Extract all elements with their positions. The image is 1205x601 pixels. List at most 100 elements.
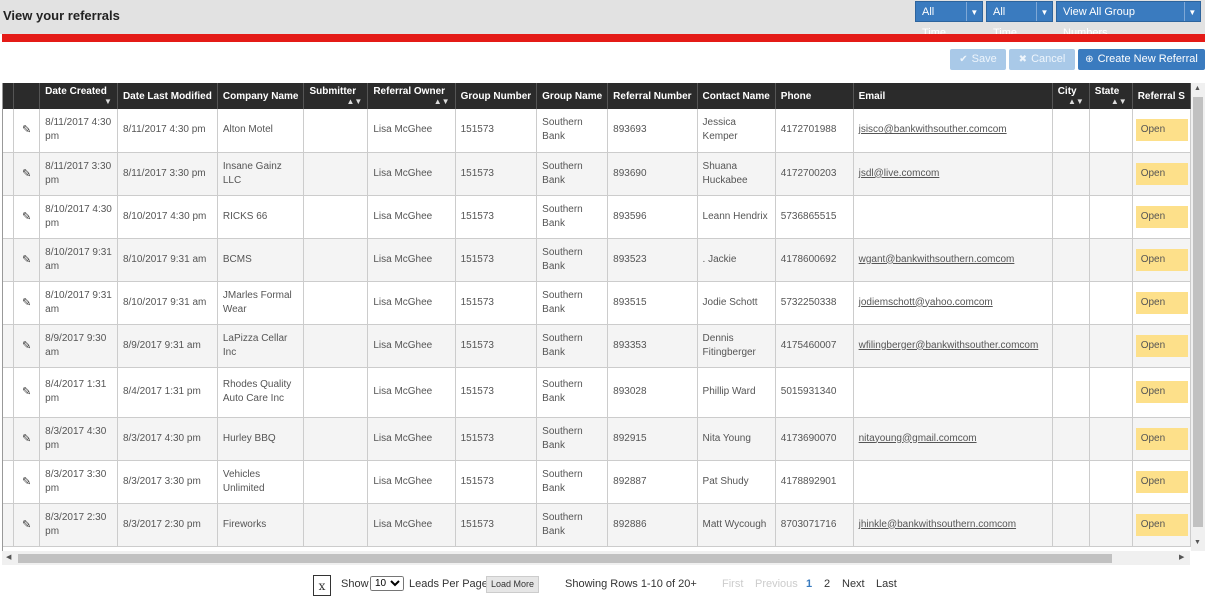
pencil-icon[interactable]: ✎ [22,519,31,531]
next-page-link[interactable]: Next [842,578,865,590]
cell-group-number: 151573 [455,281,538,325]
scroll-up-icon[interactable]: ▲ [1194,85,1201,92]
cell-sel[interactable] [3,460,14,504]
column-header-phone[interactable]: Phone [775,83,854,109]
first-page-link[interactable]: First [722,578,743,590]
group-number-filter-dropdown[interactable]: View All Group Numbers ▼ [1056,1,1201,39]
email-link[interactable]: jsisco@bankwithsouther.comcom [859,124,1007,135]
email-link[interactable]: wgant@bankwithsouthern.comcom [859,254,1015,265]
cell-sel[interactable] [3,324,14,368]
cell-edit[interactable]: ✎ [13,460,41,504]
scrollbar-thumb[interactable] [1193,97,1203,527]
cell-edit[interactable]: ✎ [13,417,41,461]
cell-email [853,195,1053,239]
cell-sel[interactable] [3,109,14,153]
cell-sel[interactable] [3,281,14,325]
cell-edit[interactable]: ✎ [13,195,41,239]
email-link[interactable]: wfilingberger@bankwithsouther.comcom [859,340,1039,351]
cell-sel[interactable] [3,152,14,196]
table-row[interactable]: ✎ 8/10/2017 9:31 am 8/10/2017 9:31 am JMarl… [3,281,1191,325]
page-1-link[interactable]: 1 [806,578,812,590]
header-label: Date Last Modified [122,90,212,102]
scrollbar-thumb[interactable] [18,554,1112,563]
column-header-city[interactable]: City ▲▼ [1052,83,1090,109]
cell-email: jhinkle@bankwithsouthern.comcom [853,503,1053,547]
pencil-icon[interactable]: ✎ [22,168,31,180]
table-row[interactable]: ✎ 8/4/2017 1:31 pm 8/4/2017 1:31 pm Rhodes … [3,367,1191,418]
cell-referral-status: Open [1132,460,1191,504]
cell-edit[interactable]: ✎ [13,152,41,196]
cell-submitter [303,152,369,196]
table-row[interactable]: ✎ 8/10/2017 4:30 pm 8/10/2017 4:30 pm RICKS… [3,195,1191,239]
table-row[interactable]: ✎ 8/3/2017 2:30 pm 8/3/2017 2:30 pm Firewor… [3,503,1191,547]
table-row[interactable]: ✎ 8/11/2017 4:30 pm 8/11/2017 4:30 pm Alton… [3,109,1191,153]
cell-phone: 4173690070 [775,417,854,461]
excel-icon[interactable]: x [313,575,331,596]
email-link[interactable]: jodiemschott@yahoo.comcom [859,297,993,308]
cell-edit[interactable]: ✎ [13,238,41,282]
column-header-state[interactable]: State ▲▼ [1089,83,1133,109]
column-header-group-number[interactable]: Group Number [455,83,538,109]
cell-sel[interactable] [3,195,14,239]
cell-sel[interactable] [3,238,14,282]
cell-edit[interactable]: ✎ [13,324,41,368]
pencil-icon[interactable]: ✎ [22,433,31,445]
pencil-icon[interactable]: ✎ [22,340,31,352]
email-link[interactable]: nitayoung@gmail.comcom [859,433,977,444]
column-header-date-created[interactable]: Date Created ▼ [39,83,118,109]
save-button[interactable]: ✔ Save [950,49,1006,70]
cell-company-name: Fireworks [217,503,305,547]
vertical-scrollbar[interactable]: ▲ ▼ [1191,83,1205,551]
cell-edit[interactable]: ✎ [13,503,41,547]
cell-company-name: Insane Gainz LLC [217,152,305,196]
table-row[interactable]: ✎ 8/11/2017 3:30 pm 8/11/2017 3:30 pm Insan… [3,152,1191,196]
create-new-referral-button[interactable]: ⊕ Create New Referral [1078,49,1205,70]
email-link[interactable]: jhinkle@bankwithsouthern.comcom [859,519,1016,530]
load-more-button[interactable]: Load More [486,576,540,593]
scroll-left-icon[interactable]: ◀ [6,553,11,561]
scroll-down-icon[interactable]: ▼ [1194,539,1201,546]
pencil-icon[interactable]: ✎ [22,386,31,398]
table-row[interactable]: ✎ 8/10/2017 9:31 am 8/10/2017 9:31 am BCMS L… [3,238,1191,282]
cell-sel[interactable] [3,367,14,418]
column-header-referral-status[interactable]: Referral S [1132,83,1191,109]
date-modified-filter-dropdown[interactable]: All Time ▼ [986,1,1053,39]
cell-referral-status: Open [1132,417,1191,461]
horizontal-scrollbar[interactable]: ◀ ▶ [2,551,1190,565]
previous-page-link[interactable]: Previous [755,578,798,590]
column-header-referral-number[interactable]: Referral Number [607,83,698,109]
cancel-button[interactable]: ✖ Cancel [1009,49,1075,70]
cell-city [1052,238,1090,282]
header-label: Email [858,90,886,102]
cell-edit[interactable]: ✎ [13,281,41,325]
column-header-group-name[interactable]: Group Name [536,83,609,109]
column-header-date-last-modified[interactable]: Date Last Modified [117,83,218,109]
cell-sel[interactable] [3,503,14,547]
column-header-contact-name[interactable]: Contact Name [697,83,776,109]
pencil-icon[interactable]: ✎ [22,297,31,309]
table-row[interactable]: ✎ 8/9/2017 9:30 am 8/9/2017 9:31 am LaPizza… [3,324,1191,368]
cell-submitter [303,238,369,282]
pencil-icon[interactable]: ✎ [22,124,31,136]
leads-per-page-select[interactable]: 10 [370,576,404,591]
pencil-icon[interactable]: ✎ [22,211,31,223]
email-link[interactable]: jsdl@live.comcom [859,168,940,179]
page-2-link[interactable]: 2 [824,578,830,590]
pencil-icon[interactable]: ✎ [22,476,31,488]
column-header-company-name[interactable]: Company Name [217,83,305,109]
column-header-referral-owner[interactable]: Referral Owner ▲▼ [367,83,456,109]
table-row[interactable]: ✎ 8/3/2017 4:30 pm 8/3/2017 4:30 pm Hurley … [3,417,1191,461]
scroll-right-icon[interactable]: ▶ [1179,553,1184,561]
column-header-email[interactable]: Email [853,83,1053,109]
date-created-filter-dropdown[interactable]: All Time ▼ [915,1,983,39]
cell-edit[interactable]: ✎ [13,109,41,153]
cell-edit[interactable]: ✎ [13,367,41,418]
table-row[interactable]: ✎ 8/3/2017 3:30 pm 8/3/2017 3:30 pm Vehicle… [3,460,1191,504]
cell-date-last-modified: 8/4/2017 1:31 pm [117,367,218,418]
pencil-icon[interactable]: ✎ [22,254,31,266]
cell-sel[interactable] [3,417,14,461]
cell-group-number: 151573 [455,238,538,282]
column-header-submitter[interactable]: Submitter ▲▼ [303,83,369,109]
last-page-link[interactable]: Last [876,578,897,590]
cell-referral-number: 893353 [607,324,698,368]
